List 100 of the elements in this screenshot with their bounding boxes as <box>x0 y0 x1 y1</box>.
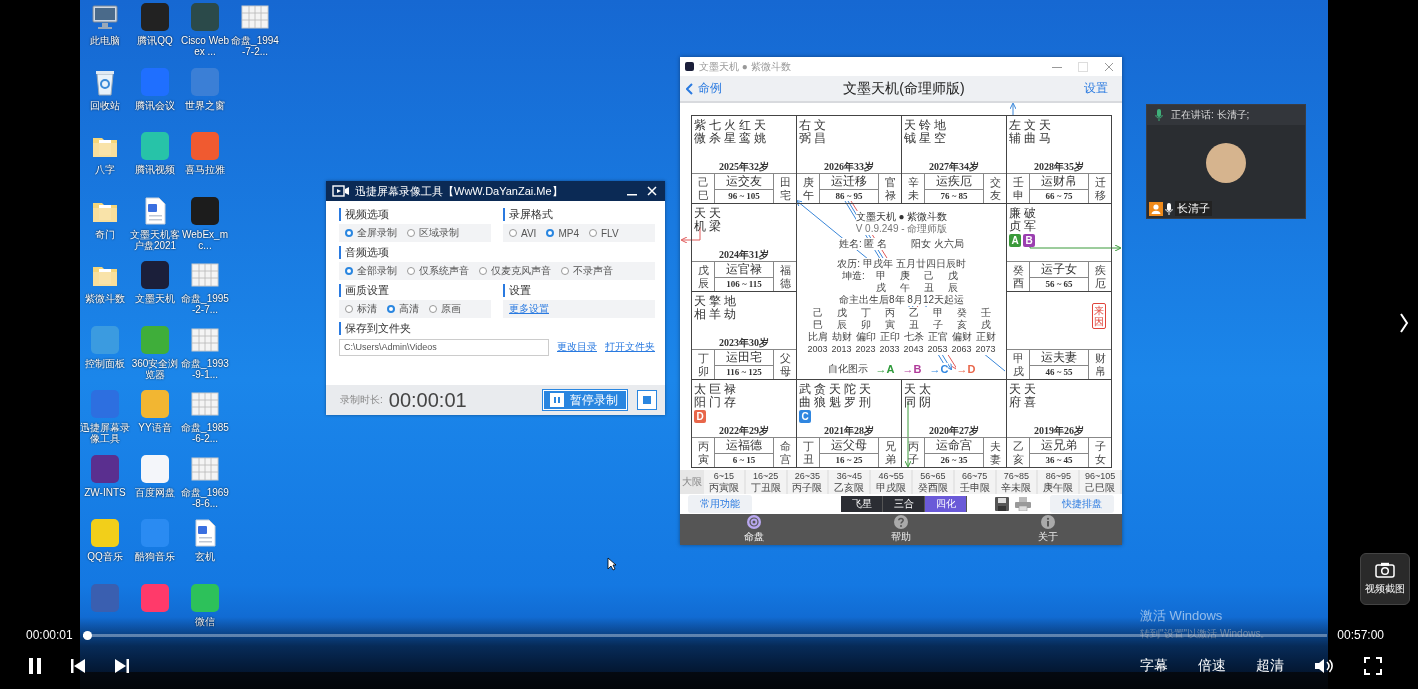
radio-button[interactable]: 全部录制 <box>345 264 397 278</box>
common-functions-button[interactable]: 常用功能 <box>688 495 752 513</box>
save-icon[interactable] <box>995 497 1009 511</box>
icon-label[interactable]: 命盘_1994-7-2... <box>230 35 280 57</box>
app-icon[interactable] <box>141 3 169 31</box>
radio-button[interactable]: FLV <box>588 227 619 239</box>
icon-label[interactable]: ZW-INTS <box>80 486 130 498</box>
next-icon[interactable] <box>114 658 130 674</box>
icon-label[interactable]: 喜马拉雅 <box>180 164 230 175</box>
icon-label[interactable]: Cisco Webex ... <box>180 35 230 57</box>
radio-button[interactable]: 不录声音 <box>561 264 613 278</box>
radio-button[interactable]: 原画 <box>429 302 461 316</box>
icon-label[interactable]: 世界之窗 <box>180 99 230 111</box>
mode-tab[interactable]: 三合 <box>883 496 925 512</box>
decade-button[interactable]: 86~95 庚午限 <box>1038 470 1079 494</box>
app-icon[interactable] <box>91 454 119 483</box>
nav-tab[interactable]: 帮助 <box>871 515 931 544</box>
star-name: 陀罗 <box>844 383 856 410</box>
nav-tab[interactable]: 命盘 <box>723 515 784 544</box>
icon-label[interactable]: 奇门 <box>80 228 130 240</box>
radio-button[interactable]: 仅系统声音 <box>407 264 469 278</box>
icon-label[interactable]: 命盘_1993-9-1... <box>180 357 230 380</box>
app-icon[interactable] <box>141 390 169 418</box>
origin-tag: 来因 <box>1092 303 1106 329</box>
player-option-button[interactable]: 倍速 <box>1198 657 1226 675</box>
chevron-right-icon[interactable] <box>1399 313 1409 333</box>
mode-tab[interactable]: 飞星 <box>841 496 883 512</box>
decade-button[interactable]: 96~105 己巳限 <box>1080 470 1120 494</box>
thumbnail-icon[interactable] <box>190 260 220 290</box>
pause-recording-button[interactable]: 暂停录制 <box>543 390 627 410</box>
fullscreen-icon[interactable] <box>1364 657 1382 675</box>
path-field[interactable]: C:\Users\Admin\Videos <box>339 338 549 356</box>
link[interactable]: 更改目录 <box>557 340 597 354</box>
icon-label[interactable]: WebEx_mc... <box>180 228 230 251</box>
radio-button[interactable]: 仅麦克风声音 <box>479 264 551 278</box>
decade-button[interactable]: 56~65 癸酉限 <box>913 470 953 494</box>
icon-label[interactable]: 命盘_1969-8-6... <box>180 486 230 509</box>
app-icon[interactable] <box>191 196 219 225</box>
link[interactable]: 更多设置 <box>509 302 549 316</box>
star-name: 地劫 <box>724 295 736 322</box>
icon-label[interactable]: 腾讯视频 <box>130 164 180 175</box>
palace-name: 官禄 <box>884 176 896 201</box>
settings-link[interactable]: 设置 <box>1052 80 1108 97</box>
radio-button[interactable]: MP4 <box>546 227 579 239</box>
icon-label[interactable]: 回收站 <box>80 99 130 111</box>
stem-branch-text: 甲戌 <box>1012 352 1024 377</box>
icon-label[interactable]: 命盘_1985-6-2... <box>180 422 230 444</box>
icon-label[interactable]: 玄机 <box>180 551 230 562</box>
section-label: 视频选项 <box>339 208 491 221</box>
icon-label[interactable]: 命盘_1995-2-7... <box>180 293 230 315</box>
radio-button[interactable]: 标清 <box>345 302 377 316</box>
back-button[interactable]: 命例 <box>686 80 756 97</box>
app-icon[interactable] <box>191 583 219 612</box>
progress-track[interactable] <box>82 630 1328 640</box>
icon-label[interactable]: QQ音乐 <box>80 551 130 562</box>
icon-label[interactable]: 百度网盘 <box>130 486 180 498</box>
computer-icon[interactable] <box>90 2 120 32</box>
decade-button[interactable]: 26~35 丙子限 <box>787 470 828 494</box>
decade-button[interactable]: 46~55 甲戌限 <box>871 470 911 494</box>
radio-button[interactable]: 全屏录制 <box>345 226 397 240</box>
app-icon[interactable] <box>141 454 169 483</box>
stop-button[interactable] <box>637 390 657 410</box>
volume-icon[interactable] <box>1314 657 1334 675</box>
icon-label[interactable]: 文墨天机 <box>130 293 180 304</box>
mode-tab[interactable]: 四化 <box>925 496 967 512</box>
radio-button[interactable]: AVI <box>509 227 537 239</box>
decade-button[interactable]: 66~75 壬申限 <box>954 470 995 494</box>
quick-chart-button[interactable]: 快捷排盘 <box>1050 495 1114 513</box>
icon-label[interactable]: 八字 <box>80 164 130 175</box>
player-option-button[interactable]: 字幕 <box>1140 657 1168 675</box>
icon-label[interactable]: 微信 <box>180 615 230 627</box>
decade-button[interactable]: 36~45 乙亥限 <box>829 470 870 494</box>
icon-label[interactable]: 360安全浏览器 <box>130 357 180 380</box>
participant-name: 长清子 <box>1175 201 1212 216</box>
icon-label[interactable]: 酷狗音乐 <box>130 551 180 562</box>
icon-label[interactable]: 紫微斗数 <box>80 293 130 304</box>
icon-label[interactable]: 迅捷屏幕录像工具 <box>80 422 130 444</box>
thumbnail-icon[interactable] <box>240 2 270 32</box>
decade-button[interactable]: 6~15 丙寅限 <box>704 470 744 494</box>
decade-button[interactable]: 76~85 辛未限 <box>996 470 1037 494</box>
decade-button[interactable]: 16~25 丁丑限 <box>745 470 786 494</box>
app-icon[interactable] <box>141 261 169 289</box>
icon-label[interactable]: 文墨天机客户盘2021 <box>130 228 180 251</box>
progress-handle[interactable] <box>83 630 93 640</box>
icon-label[interactable]: 控制面板 <box>80 357 130 369</box>
icon-label[interactable]: 腾讯QQ <box>130 35 180 46</box>
previous-icon[interactable] <box>70 658 86 674</box>
printer-icon[interactable] <box>1015 497 1031 511</box>
screenshot-button[interactable]: 视频截图 <box>1360 553 1410 605</box>
nav-tab[interactable]: 关于 <box>1018 515 1079 544</box>
link[interactable]: 打开文件夹 <box>605 340 655 354</box>
radio-button[interactable]: 高清 <box>387 302 419 316</box>
thumbnail-icon[interactable] <box>190 389 220 419</box>
icon-label[interactable]: YY语音 <box>130 422 180 433</box>
icon-label[interactable]: 腾讯会议 <box>130 99 180 111</box>
radio-button[interactable]: 区域录制 <box>407 226 459 240</box>
pause-icon[interactable] <box>28 657 42 675</box>
icon-label[interactable]: 此电脑 <box>80 35 130 46</box>
app-icon[interactable] <box>91 519 119 547</box>
player-option-button[interactable]: 超清 <box>1256 657 1284 675</box>
